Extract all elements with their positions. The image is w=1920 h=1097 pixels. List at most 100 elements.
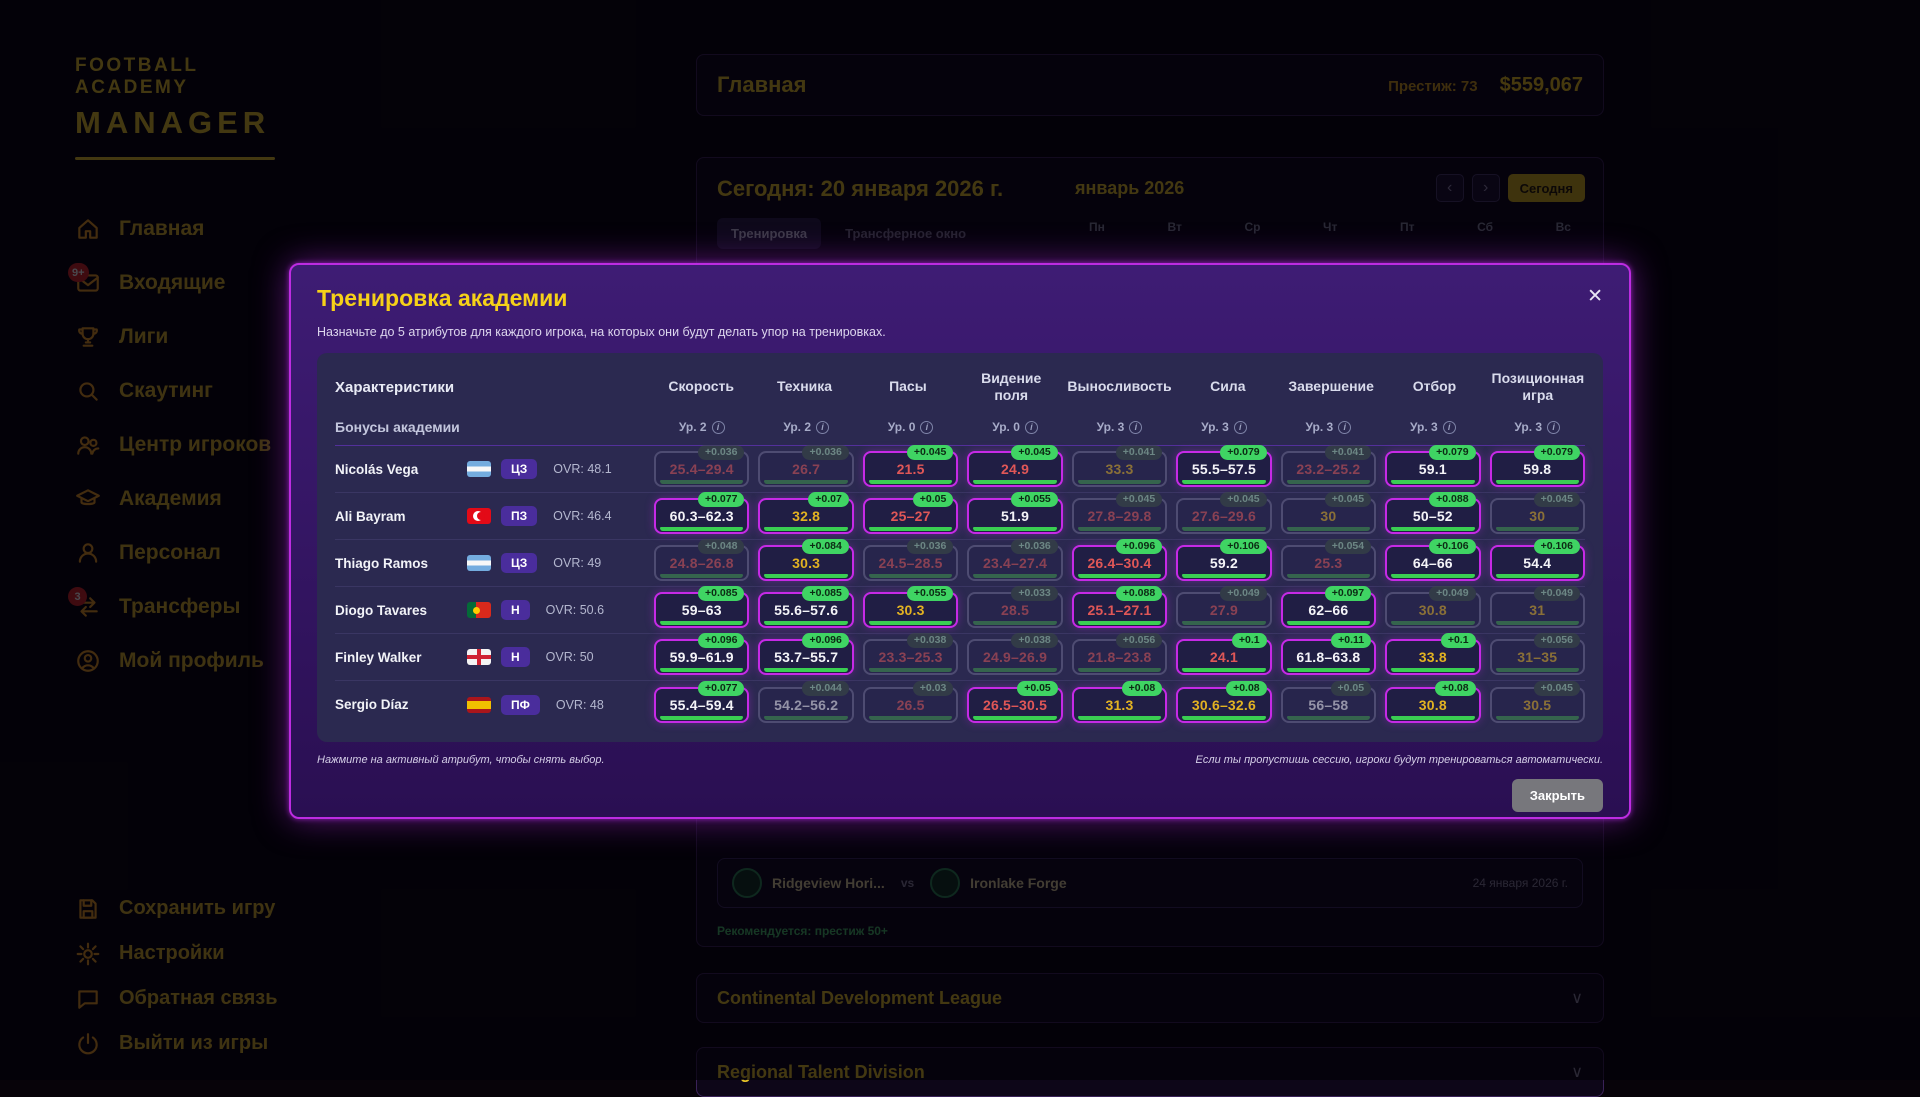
attribute-cell[interactable]: 21.8–23.8+0.056 bbox=[1072, 639, 1167, 675]
bonus-level-text: Ур. 2 bbox=[783, 420, 811, 434]
attribute-value: 30.8 bbox=[1419, 602, 1447, 618]
progress-bar bbox=[869, 574, 952, 578]
attribute-cell[interactable]: 25.4–29.4+0.036 bbox=[654, 451, 749, 487]
attribute-cell[interactable]: 30+0.045 bbox=[1281, 498, 1376, 534]
attribute-cell[interactable]: 60.3–62.3+0.077 bbox=[654, 498, 749, 534]
close-button[interactable]: Закрыть bbox=[1512, 779, 1603, 812]
progress-bar bbox=[1287, 621, 1370, 625]
academy-bonus-level: Ур. 0i bbox=[863, 420, 958, 434]
bonus-badge: +0.106 bbox=[1534, 539, 1580, 554]
info-icon[interactable]: i bbox=[816, 421, 829, 434]
attribute-cell[interactable]: 23.2–25.2+0.041 bbox=[1281, 451, 1376, 487]
progress-bar bbox=[1391, 574, 1474, 578]
attribute-cell[interactable]: 27.6–29.6+0.045 bbox=[1176, 498, 1271, 534]
attribute-cell[interactable]: 24.9–26.9+0.038 bbox=[967, 639, 1062, 675]
attribute-cell[interactable]: 33.3+0.041 bbox=[1072, 451, 1167, 487]
attribute-cell[interactable]: 59.8+0.079 bbox=[1490, 451, 1585, 487]
position-badge: Н bbox=[501, 647, 530, 667]
attribute-cell[interactable]: 59.2+0.106 bbox=[1176, 545, 1271, 581]
attribute-cell[interactable]: 51.9+0.055 bbox=[967, 498, 1062, 534]
attribute-cell[interactable]: 23.4–27.4+0.036 bbox=[967, 545, 1062, 581]
attribute-cell[interactable]: 55.4–59.4+0.077 bbox=[654, 687, 749, 723]
academy-training-modal: Тренировка академии ✕ Назначьте до 5 атр… bbox=[289, 263, 1631, 819]
attribute-cell[interactable]: 53.7–55.7+0.096 bbox=[758, 639, 853, 675]
bonus-badge: +0.045 bbox=[1220, 492, 1266, 507]
attribute-cell[interactable]: 26.5+0.03 bbox=[863, 687, 958, 723]
attribute-value: 53.7–55.7 bbox=[774, 649, 838, 665]
attribute-cell[interactable]: 23.3–25.3+0.038 bbox=[863, 639, 958, 675]
modal-title: Тренировка академии bbox=[317, 285, 1603, 312]
attribute-cell[interactable]: 61.8–63.8+0.11 bbox=[1281, 639, 1376, 675]
attribute-cell[interactable]: 62–66+0.097 bbox=[1281, 592, 1376, 628]
attribute-cell[interactable]: 33.8+0.1 bbox=[1385, 639, 1480, 675]
attribute-cell[interactable]: 30.5+0.045 bbox=[1490, 687, 1585, 723]
attribute-cell[interactable]: 24.9+0.045 bbox=[967, 451, 1062, 487]
info-icon[interactable]: i bbox=[1547, 421, 1560, 434]
attribute-cell[interactable]: 27.9+0.049 bbox=[1176, 592, 1271, 628]
attribute-cell[interactable]: 31+0.049 bbox=[1490, 592, 1585, 628]
academy-bonus-level: Ур. 2i bbox=[654, 420, 749, 434]
attribute-cell[interactable]: 26.7+0.036 bbox=[758, 451, 853, 487]
academy-bonus-level: Ур. 3i bbox=[1281, 420, 1376, 434]
progress-bar bbox=[1391, 716, 1474, 720]
attribute-cell[interactable]: 54.2–56.2+0.044 bbox=[758, 687, 853, 723]
close-icon[interactable]: ✕ bbox=[1587, 285, 1603, 308]
attribute-value: 24.9–26.9 bbox=[983, 649, 1047, 665]
attribute-cell[interactable]: 30.8+0.049 bbox=[1385, 592, 1480, 628]
attribute-cell[interactable]: 26.4–30.4+0.096 bbox=[1072, 545, 1167, 581]
progress-bar bbox=[1182, 527, 1265, 531]
attribute-value: 55.6–57.6 bbox=[774, 602, 838, 618]
attribute-cell[interactable]: 24.8–26.8+0.048 bbox=[654, 545, 749, 581]
academy-bonus-row: Бонусы академии Ур. 2iУр. 2iУр. 0iУр. 0i… bbox=[335, 415, 1585, 446]
bonus-badge: +0.038 bbox=[907, 633, 953, 648]
info-icon[interactable]: i bbox=[1025, 421, 1038, 434]
info-icon[interactable]: i bbox=[712, 421, 725, 434]
attribute-cell[interactable]: 24.5–28.5+0.036 bbox=[863, 545, 958, 581]
attribute-cell[interactable]: 30.8+0.08 bbox=[1385, 687, 1480, 723]
info-icon[interactable]: i bbox=[1338, 421, 1351, 434]
attribute-value: 54.4 bbox=[1523, 555, 1551, 571]
info-icon[interactable]: i bbox=[1443, 421, 1456, 434]
flag-ar-icon bbox=[467, 555, 491, 571]
attribute-cell[interactable]: 27.8–29.8+0.045 bbox=[1072, 498, 1167, 534]
attribute-cell[interactable]: 30+0.045 bbox=[1490, 498, 1585, 534]
attribute-cell[interactable]: 25.3+0.054 bbox=[1281, 545, 1376, 581]
bonus-badge: +0.038 bbox=[1011, 633, 1057, 648]
attribute-cell[interactable]: 50–52+0.088 bbox=[1385, 498, 1480, 534]
bonus-level-text: Ур. 3 bbox=[1410, 420, 1438, 434]
attribute-cell[interactable]: 25.1–27.1+0.088 bbox=[1072, 592, 1167, 628]
attribute-cell[interactable]: 56–58+0.05 bbox=[1281, 687, 1376, 723]
bonus-badge: +0.056 bbox=[1116, 633, 1162, 648]
info-icon[interactable]: i bbox=[1129, 421, 1142, 434]
attribute-cell[interactable]: 31.3+0.08 bbox=[1072, 687, 1167, 723]
attribute-cell[interactable]: 30.3+0.055 bbox=[863, 592, 958, 628]
bonus-badge: +0.1 bbox=[1232, 633, 1267, 648]
attribute-cell[interactable]: 64–66+0.106 bbox=[1385, 545, 1480, 581]
hint-auto-training: Если ты пропустишь сессию, игроки будут … bbox=[1196, 754, 1603, 766]
attribute-value: 59–63 bbox=[682, 602, 722, 618]
attribute-cell[interactable]: 32.8+0.07 bbox=[758, 498, 853, 534]
attribute-cell[interactable]: 30.3+0.084 bbox=[758, 545, 853, 581]
attribute-cell[interactable]: 21.5+0.045 bbox=[863, 451, 958, 487]
attribute-cell[interactable]: 59.1+0.079 bbox=[1385, 451, 1480, 487]
attribute-cell[interactable]: 26.5–30.5+0.05 bbox=[967, 687, 1062, 723]
flag-en-icon bbox=[467, 649, 491, 665]
attribute-cell[interactable]: 28.5+0.033 bbox=[967, 592, 1062, 628]
attribute-cell[interactable]: 24.1+0.1 bbox=[1176, 639, 1271, 675]
info-icon[interactable]: i bbox=[1234, 421, 1247, 434]
column-header: Выносливость bbox=[1067, 378, 1171, 396]
player-name: Finley Walker bbox=[335, 650, 463, 665]
attribute-cell[interactable]: 25–27+0.05 bbox=[863, 498, 958, 534]
attribute-cell[interactable]: 59.9–61.9+0.096 bbox=[654, 639, 749, 675]
attribute-cell[interactable]: 55.5–57.5+0.079 bbox=[1176, 451, 1271, 487]
attribute-cell[interactable]: 30.6–32.6+0.08 bbox=[1176, 687, 1271, 723]
info-icon[interactable]: i bbox=[920, 421, 933, 434]
attribute-cell[interactable]: 54.4+0.106 bbox=[1490, 545, 1585, 581]
bonus-badge: +0.085 bbox=[698, 586, 744, 601]
attribute-cell[interactable]: 31–35+0.056 bbox=[1490, 639, 1585, 675]
attribute-cell[interactable]: 59–63+0.085 bbox=[654, 592, 749, 628]
attribute-value: 26.5 bbox=[897, 697, 925, 713]
attribute-value: 59.8 bbox=[1523, 461, 1551, 477]
bonus-badge: +0.05 bbox=[1017, 681, 1058, 696]
attribute-cell[interactable]: 55.6–57.6+0.085 bbox=[758, 592, 853, 628]
